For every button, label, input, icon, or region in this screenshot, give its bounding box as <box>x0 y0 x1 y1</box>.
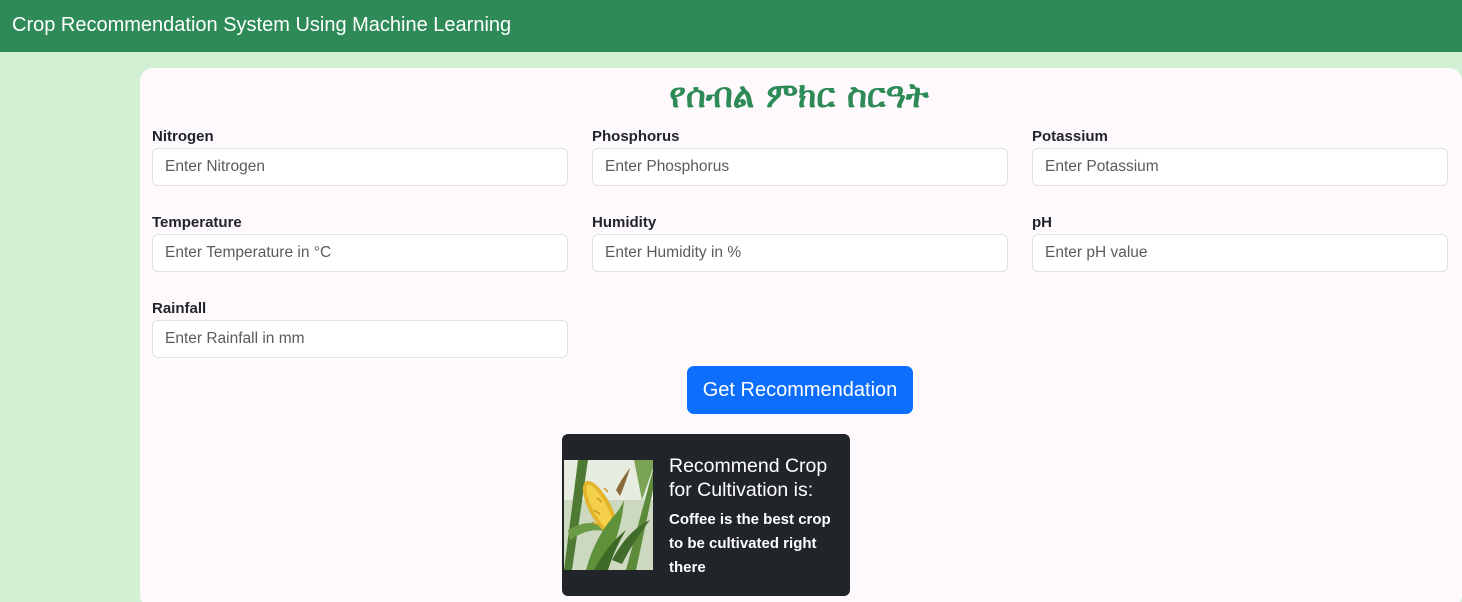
ph-input[interactable] <box>1032 234 1448 272</box>
corn-crop-image <box>564 460 653 570</box>
potassium-input[interactable] <box>1032 148 1448 186</box>
form-card: የሰብል ምክር ስርዓት Nitrogen Phosphorus Potass… <box>140 68 1462 602</box>
temperature-input[interactable] <box>152 234 568 272</box>
navbar-brand[interactable]: Crop Recommendation System Using Machine… <box>12 13 511 37</box>
nitrogen-input[interactable] <box>152 148 568 186</box>
humidity-input[interactable] <box>592 234 1008 272</box>
phosphorus-label: Phosphorus <box>592 128 680 145</box>
nitrogen-label: Nitrogen <box>152 128 214 145</box>
result-title: Recommend Crop for Cultivation is: <box>669 455 828 501</box>
result-card: Recommend Crop for Cultivation is: Coffe… <box>562 434 850 596</box>
humidity-label: Humidity <box>592 214 657 231</box>
phosphorus-input[interactable] <box>592 148 1008 186</box>
get-recommendation-button[interactable]: Get Recommendation <box>687 366 913 414</box>
temperature-label: Temperature <box>152 214 242 231</box>
ph-label: pH <box>1032 214 1052 231</box>
page-title: የሰብል ምክር ስርዓት <box>669 76 929 116</box>
rainfall-input[interactable] <box>152 320 568 358</box>
potassium-label: Potassium <box>1032 128 1108 145</box>
result-text: Coffee is the best crop to be cultivated… <box>669 511 831 576</box>
rainfall-label: Rainfall <box>152 300 207 317</box>
navbar: Crop Recommendation System Using Machine… <box>0 0 1462 52</box>
